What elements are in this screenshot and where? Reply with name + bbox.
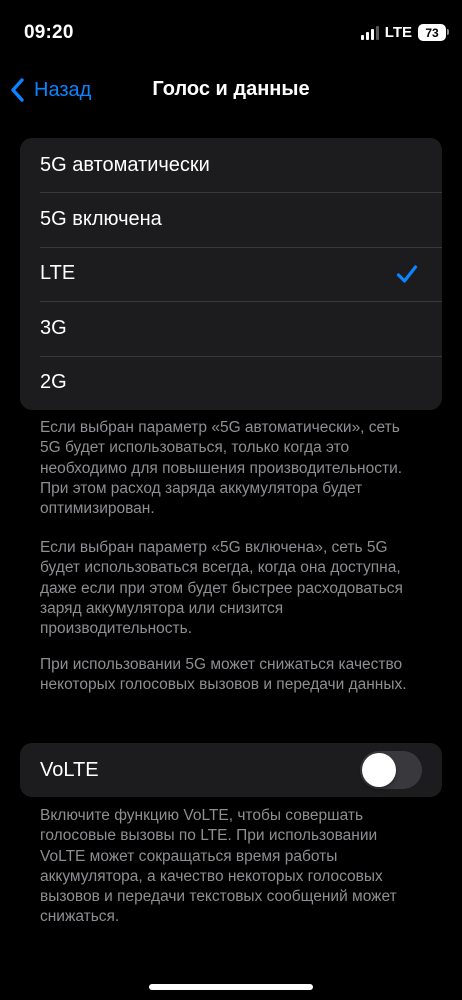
option-label: 3G xyxy=(40,316,67,339)
option-label: LTE xyxy=(40,262,76,285)
toggle-knob xyxy=(362,753,396,787)
back-label: Назад xyxy=(34,78,92,101)
option-lte[interactable]: LTE xyxy=(20,246,442,301)
footer-volte: Включите функцию VoLTE, чтобы совершать … xyxy=(40,807,397,926)
network-type: LTE xyxy=(384,24,412,41)
cellular-signal-icon xyxy=(360,25,379,40)
option-2g[interactable]: 2G xyxy=(20,355,442,410)
battery-icon: 73 xyxy=(418,24,449,41)
option-5g-auto[interactable]: 5G автоматически xyxy=(20,138,442,192)
back-button[interactable]: Назад xyxy=(8,74,91,106)
volte-label: VoLTE xyxy=(40,758,99,781)
status-indicators: LTE 73 xyxy=(360,24,449,41)
checkmark-icon xyxy=(396,265,418,283)
option-label: 5G автоматически xyxy=(40,153,210,176)
battery-level: 73 xyxy=(425,25,439,40)
navigation-bar: Назад Голос и данные xyxy=(0,64,462,116)
footer-5g-quality: При использовании 5G может снижаться кач… xyxy=(40,656,407,694)
status-bar: 09:20 LTE 73 xyxy=(0,0,462,64)
option-5g-on[interactable]: 5G включена xyxy=(20,192,442,246)
footer-5g-on: Если выбран параметр «5G включена», сеть… xyxy=(40,539,403,638)
status-time: 09:20 xyxy=(24,22,74,43)
network-options-list: 5G автоматически 5G включена LTE 3G 2G xyxy=(20,138,442,410)
option-label: 5G включена xyxy=(40,208,162,231)
footer-5g-auto: Если выбран параметр «5G автоматически»,… xyxy=(40,419,403,518)
chevron-left-icon xyxy=(11,78,24,102)
volte-toggle[interactable] xyxy=(360,751,422,789)
voice-and-data-screen: 09:20 LTE 73 Назад Голос и данные 5G авт… xyxy=(0,0,462,1000)
option-label: 2G xyxy=(40,371,67,394)
home-indicator xyxy=(149,984,313,990)
option-3g[interactable]: 3G xyxy=(20,301,442,355)
volte-group: VoLTE xyxy=(20,743,442,797)
